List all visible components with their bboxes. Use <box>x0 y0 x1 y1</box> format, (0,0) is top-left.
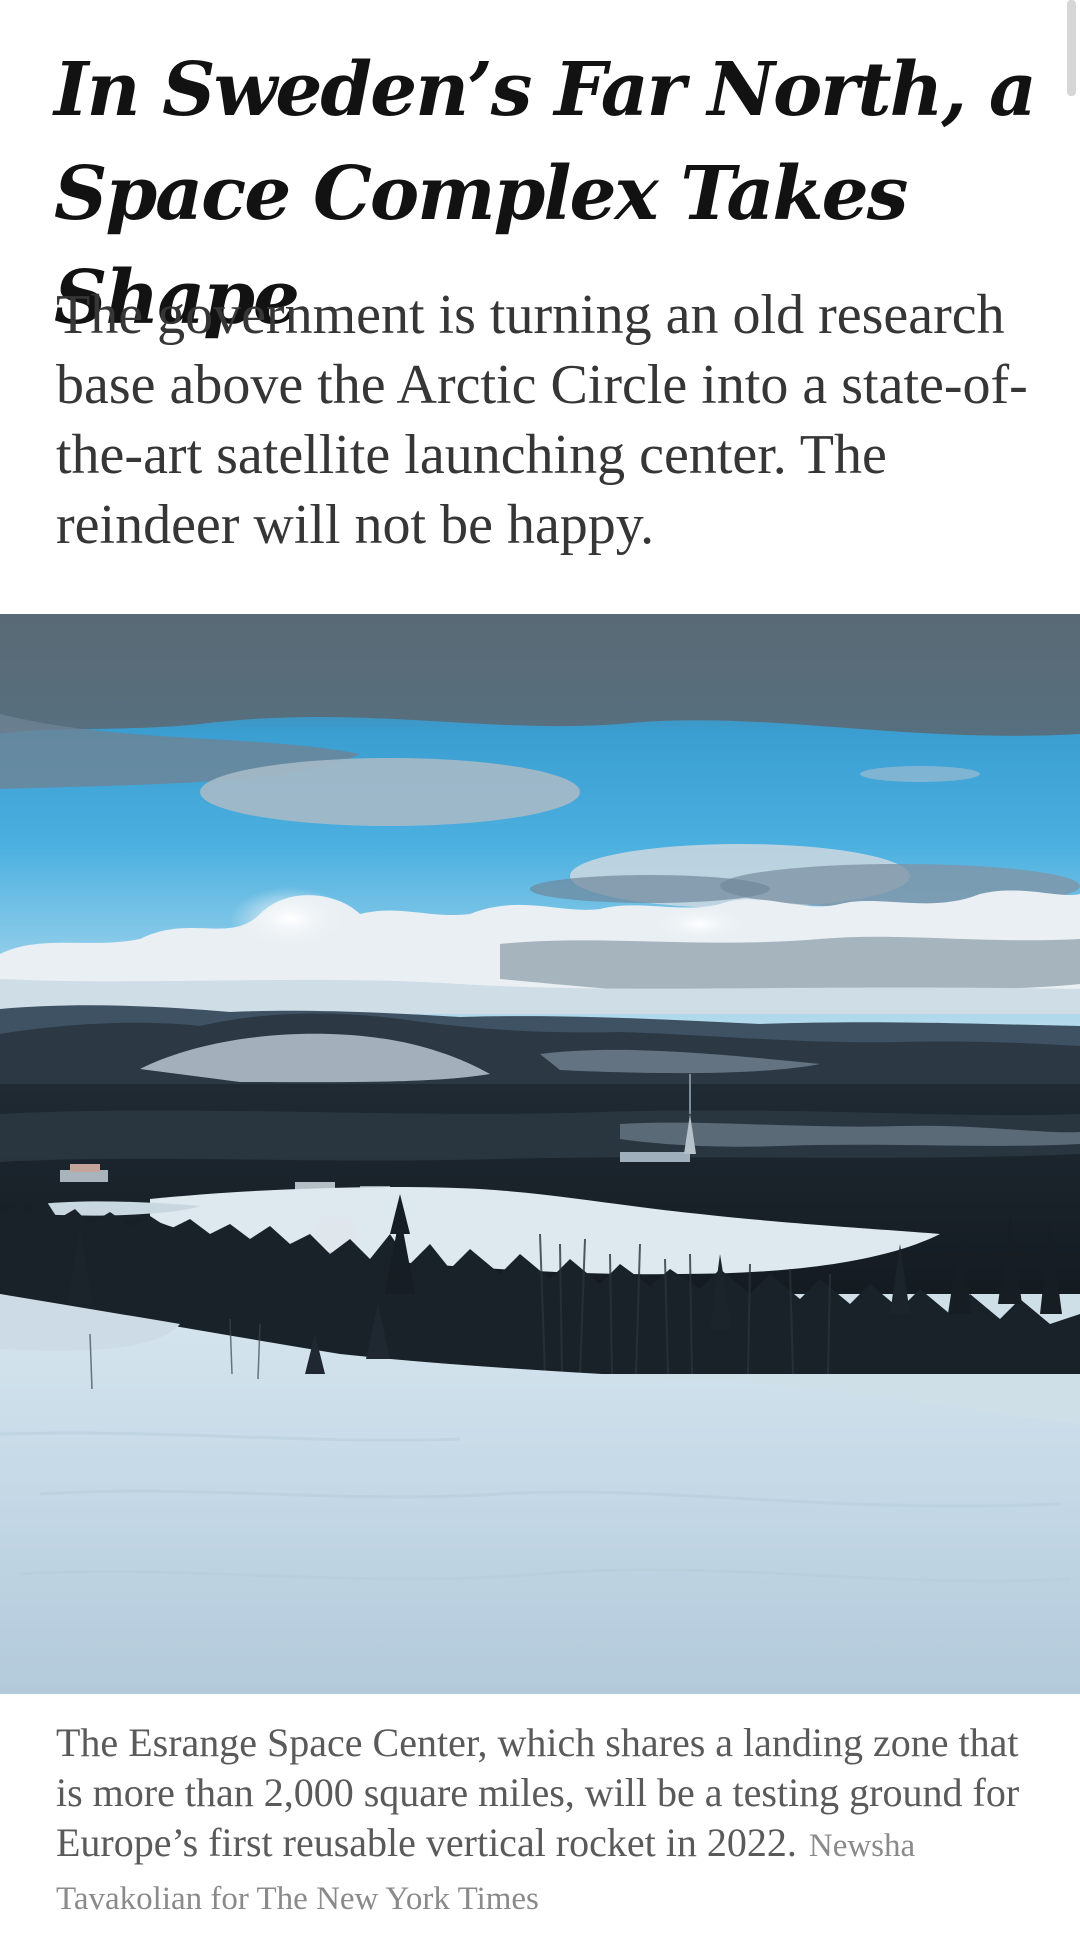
article-page: In Sweden’s Far North, a Space Complex T… <box>0 0 1080 1946</box>
arctic-landscape-image <box>0 614 1080 1694</box>
article-summary: The government is turning an old researc… <box>56 284 1028 556</box>
article-lead-photo[interactable] <box>0 614 1080 1694</box>
scrollbar-thumb[interactable] <box>1067 0 1076 96</box>
image-caption: The Esrange Space Center, which shares a… <box>56 1718 1041 1924</box>
